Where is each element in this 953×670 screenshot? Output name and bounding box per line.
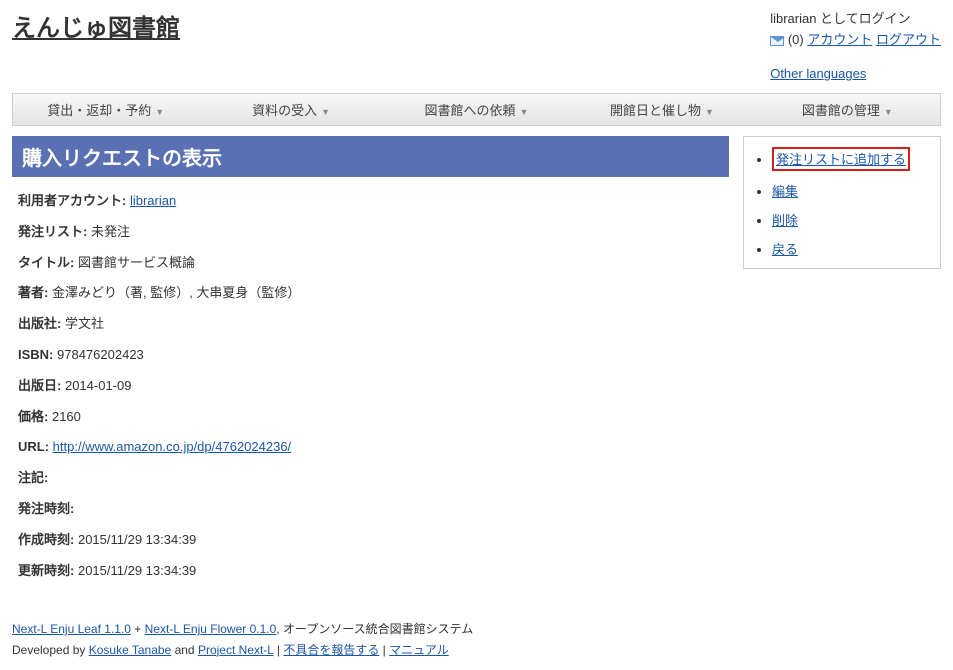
field-ordered-at: 発注時刻: <box>18 499 723 520</box>
nav-acquisition[interactable]: 資料の受入▼ <box>198 94 383 125</box>
account-link[interactable]: アカウント <box>807 32 872 47</box>
navbar: 貸出・返却・予約▼ 資料の受入▼ 図書館への依頼▼ 開館日と催し物▼ 図書館の管… <box>12 93 941 126</box>
nav-events[interactable]: 開館日と催し物▼ <box>569 94 754 125</box>
footer-project-link[interactable]: Project Next-L <box>198 643 274 657</box>
field-author: 著者: 金澤みどり（著, 監修）, 大串夏身（監修） <box>18 283 723 304</box>
field-pubdate: 出版日: 2014-01-09 <box>18 376 723 397</box>
logout-link[interactable]: ログアウト <box>876 32 941 47</box>
nav-admin[interactable]: 図書館の管理▼ <box>755 94 940 125</box>
nav-lending[interactable]: 貸出・返却・予約▼ <box>13 94 198 125</box>
chevron-down-icon: ▼ <box>520 107 529 117</box>
footer-flower-link[interactable]: Next-L Enju Flower 0.1.0 <box>145 622 277 636</box>
main-content: 購入リクエストの表示 利用者アカウント: librarian 発注リスト: 未発… <box>12 136 729 597</box>
message-count: (0) <box>788 32 804 47</box>
chevron-down-icon: ▼ <box>321 107 330 117</box>
field-created-at: 作成時刻: 2015/11/29 13:34:39 <box>18 530 723 551</box>
page-title: 購入リクエストの表示 <box>12 136 729 177</box>
chevron-down-icon: ▼ <box>705 107 714 117</box>
chevron-down-icon: ▼ <box>155 107 164 117</box>
sidebar: 発注リストに追加する 編集 削除 戻る <box>743 136 941 269</box>
footer-report-link[interactable]: 不具合を報告する <box>283 643 379 657</box>
field-url: URL: http://www.amazon.co.jp/dp/47620242… <box>18 437 723 458</box>
field-title: タイトル: 図書館サービス概論 <box>18 253 723 274</box>
footer: Next-L Enju Leaf 1.1.0 + Next-L Enju Flo… <box>12 619 941 660</box>
footer-kosuke-link[interactable]: Kosuke Tanabe <box>89 643 172 657</box>
footer-manual-link[interactable]: マニュアル <box>389 643 449 657</box>
sidebar-item-delete[interactable]: 削除 <box>772 210 930 229</box>
field-price: 価格: 2160 <box>18 407 723 428</box>
envelope-icon <box>770 36 784 46</box>
item-url-link[interactable]: http://www.amazon.co.jp/dp/4762024236/ <box>53 439 292 454</box>
field-isbn: ISBN: 978476202423 <box>18 345 723 366</box>
other-languages-link[interactable]: Other languages <box>770 66 866 81</box>
footer-leaf-link[interactable]: Next-L Enju Leaf 1.1.0 <box>12 622 131 636</box>
chevron-down-icon: ▼ <box>884 107 893 117</box>
login-info: librarian としてログイン (0) アカウント ログアウト Other … <box>770 8 941 81</box>
field-publisher: 出版社: 学文社 <box>18 314 723 335</box>
field-order-list: 発注リスト: 未発注 <box>18 222 723 243</box>
login-as-text: librarian としてログイン <box>770 8 941 27</box>
field-note: 注記: <box>18 468 723 489</box>
user-account-link[interactable]: librarian <box>130 193 176 208</box>
sidebar-item-back[interactable]: 戻る <box>772 239 930 258</box>
sidebar-item-edit[interactable]: 編集 <box>772 181 930 200</box>
field-updated-at: 更新時刻: 2015/11/29 13:34:39 <box>18 561 723 582</box>
sidebar-item-add-to-order-list[interactable]: 発注リストに追加する <box>772 147 930 171</box>
site-title-link[interactable]: えんじゅ図書館 <box>12 8 180 43</box>
nav-requests[interactable]: 図書館への依頼▼ <box>384 94 569 125</box>
field-user-account: 利用者アカウント: librarian <box>18 191 723 212</box>
